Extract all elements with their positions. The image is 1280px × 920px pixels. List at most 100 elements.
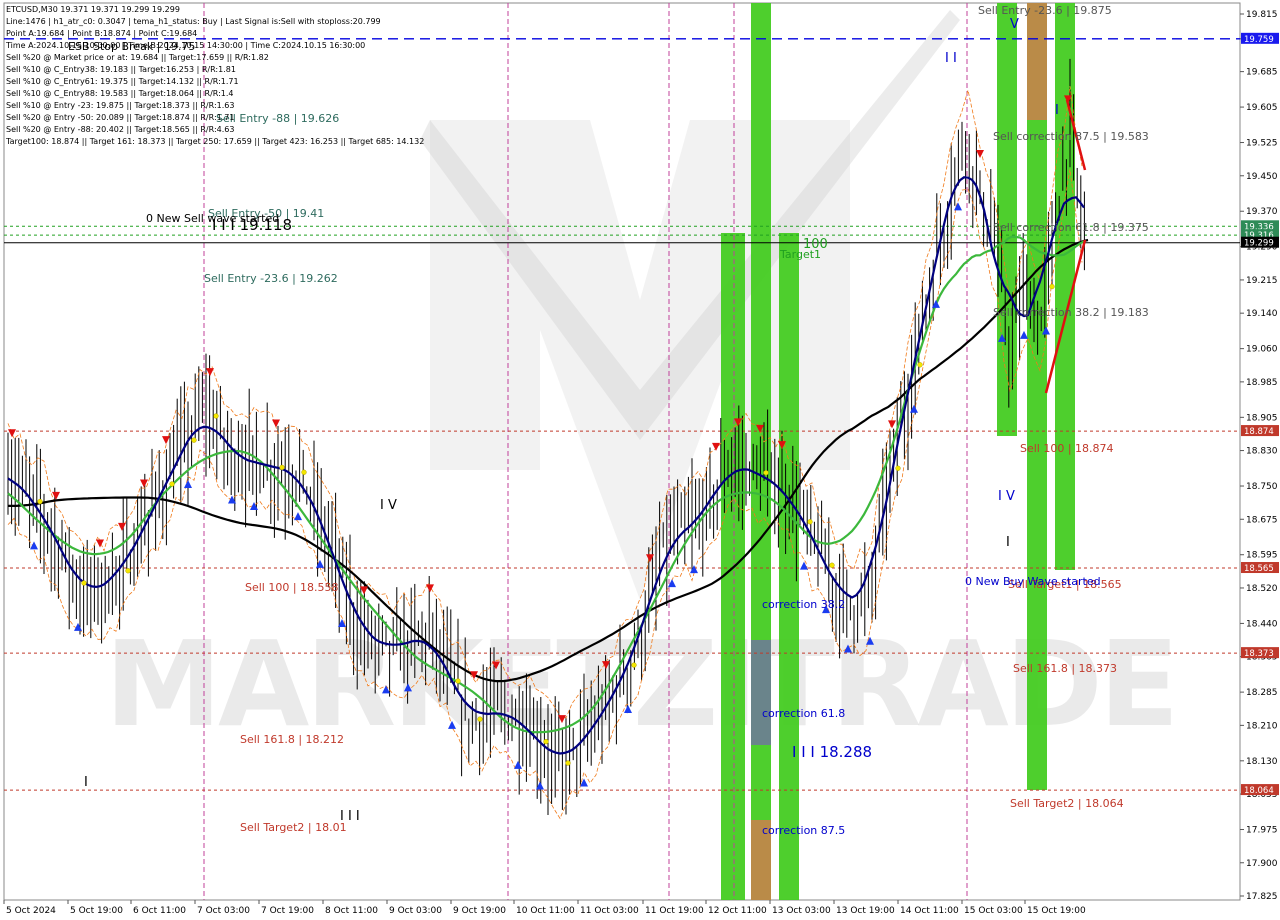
info-panel: ETCUSD,M30 19.371 19.371 19.299 19.299 Li… <box>6 4 424 148</box>
x-tick-label: 9 Oct 19:00 <box>453 906 506 916</box>
signal-star <box>169 481 175 487</box>
chart-annotation: I I I <box>340 809 360 824</box>
y-tick-label: 18.905 <box>1246 413 1278 423</box>
y-tick-label: 18.520 <box>1246 584 1278 594</box>
x-tick-label: 15 Oct 03:00 <box>964 906 1023 916</box>
x-tick-label: 10 Oct 11:00 <box>516 906 575 916</box>
x-tick-label: 12 Oct 11:00 <box>708 906 767 916</box>
y-tick-label: 19.370 <box>1246 207 1278 217</box>
y-tick-label: 17.900 <box>1246 859 1278 869</box>
chart-window: MARKETZITRADE Sell Entry -23.6 | 19.875 S… <box>0 0 1280 920</box>
info-line: Target100: 18.874 || Target 161: 18.373 … <box>6 137 425 146</box>
info-line: Time A:2024.10.15 10:00:00 | Time B:2024… <box>6 41 366 50</box>
chart-annotation: I <box>84 775 88 790</box>
y-tick-label: 18.595 <box>1246 551 1278 561</box>
x-tick-label: 5 Oct 2024 <box>6 906 56 916</box>
x-tick-label: 5 Oct 19:00 <box>70 906 123 916</box>
y-tick-label: 19.525 <box>1246 139 1278 149</box>
y-tick-label: 19.215 <box>1246 276 1278 286</box>
chart-annotation: Sell 100 | 18.874 <box>1020 442 1114 455</box>
signal-star <box>829 562 835 568</box>
chart-annotation: Target1 <box>779 248 821 261</box>
y-tick-label: 19.685 <box>1246 68 1278 78</box>
level-price-label: 19.759 <box>1244 35 1274 45</box>
info-line: Point A:19.684 | Point B:18.874 | Point … <box>6 29 198 38</box>
chart-annotation: Sell correction 38.2 | 19.183 <box>993 306 1149 319</box>
chart-annotation: I V <box>998 489 1015 504</box>
info-line: Sell %10 @ C_Entry88: 19.583 || Target:1… <box>6 89 234 98</box>
info-line: Sell %20 @ Entry -50: 20.089 || Target:1… <box>6 113 235 122</box>
chart-annotation: correction 38.2 <box>762 598 845 611</box>
x-tick-label: 14 Oct 11:00 <box>900 906 959 916</box>
signal-star <box>213 413 219 419</box>
info-line: Line:1476 | h1_atr_c0: 0.3047 | tema_h1_… <box>6 17 381 26</box>
y-tick-label: 19.815 <box>1246 10 1278 20</box>
signal-star <box>125 568 131 574</box>
y-tick-label: 18.210 <box>1246 721 1278 731</box>
signal-star <box>895 465 901 471</box>
signal-star <box>279 464 285 471</box>
signal-star <box>917 362 923 368</box>
level-price-label: 18.565 <box>1244 564 1274 574</box>
chart-annotation: Sell Target2 | 18.01 <box>240 821 347 834</box>
x-tick-label: 9 Oct 03:00 <box>389 906 442 916</box>
signal-star <box>1049 283 1055 290</box>
chart-annotation: Sell correction 61.8 | 19.375 <box>993 221 1149 234</box>
chart-annotation: Sell Entry -23.6 | 19.875 <box>978 4 1112 17</box>
chart-annotation: Sell 100 | 18.558 <box>245 581 339 594</box>
x-tick-label: 13 Oct 03:00 <box>772 906 831 916</box>
signal-star <box>81 580 87 586</box>
signal-star <box>455 678 461 684</box>
chart-annotation: I <box>1006 535 1010 550</box>
level-price-label: 18.373 <box>1244 649 1274 659</box>
y-tick-label: 18.750 <box>1246 482 1278 492</box>
chart-annotation: correction 61.8 <box>762 707 845 720</box>
level-price-label: 18.064 <box>1244 786 1274 796</box>
chart-annotation: I I <box>945 51 957 66</box>
chart-annotation: I I I 18.288 <box>792 743 872 761</box>
y-tick-label: 18.130 <box>1246 757 1278 767</box>
x-tick-label: 6 Oct 11:00 <box>133 906 186 916</box>
chart-annotation: Sell correction 87.5 | 19.583 <box>993 130 1149 143</box>
y-tick-label: 18.440 <box>1246 619 1278 629</box>
info-line: ETCUSD,M30 19.371 19.371 19.299 19.299 <box>6 5 180 14</box>
y-tick-label: 19.450 <box>1246 172 1278 182</box>
x-tick-label: 11 Oct 03:00 <box>580 906 639 916</box>
y-tick-label: 18.985 <box>1246 378 1278 388</box>
signal-star <box>477 716 483 722</box>
signal-star <box>543 738 549 745</box>
signal-star <box>807 519 813 525</box>
x-tick-label: 11 Oct 19:00 <box>645 906 704 916</box>
info-line: Sell %10 @ C_Entry61: 19.375 || Target:1… <box>6 77 239 86</box>
chart-annotation: I <box>1055 103 1059 118</box>
signal-star <box>301 469 307 475</box>
signal-star <box>37 498 43 505</box>
x-tick-label: 8 Oct 11:00 <box>325 906 378 916</box>
chart-annotation: 0 New Buy Wave started <box>965 575 1101 588</box>
y-tick-label: 19.605 <box>1246 103 1278 113</box>
chart-annotation: Sell 161.8 | 18.373 <box>1013 662 1117 675</box>
zone-band <box>1027 3 1047 120</box>
y-tick-label: 17.825 <box>1246 892 1278 902</box>
level-price-label: 19.299 <box>1244 239 1274 249</box>
chart-annotation: Sell Entry -23.6 | 19.262 <box>204 272 338 285</box>
chart-annotation: I V <box>380 498 397 513</box>
y-tick-label: 18.675 <box>1246 515 1278 525</box>
x-tick-label: 15 Oct 19:00 <box>1027 906 1086 916</box>
zone-band <box>751 640 771 745</box>
y-tick-label: 19.060 <box>1246 345 1278 355</box>
signal-star <box>191 437 197 443</box>
chart-annotation: Sell Target2 | 18.064 <box>1010 797 1124 810</box>
signal-star <box>631 662 637 668</box>
chart-annotation: I I I 19.118 <box>212 216 292 234</box>
y-tick-label: 19.140 <box>1246 309 1278 319</box>
level-price-label: 18.874 <box>1244 427 1274 437</box>
zone-band <box>997 3 1017 436</box>
info-line: Sell %20 @ Market price or at: 19.684 ||… <box>6 53 269 62</box>
signal-star <box>565 760 571 766</box>
y-tick-label: 17.975 <box>1246 826 1278 836</box>
x-tick-label: 13 Oct 19:00 <box>836 906 895 916</box>
info-line: Sell %20 @ Entry -88: 20.402 || Target:1… <box>6 125 235 134</box>
chart-annotation: correction 87.5 <box>762 824 845 837</box>
y-tick-label: 18.285 <box>1246 688 1278 698</box>
